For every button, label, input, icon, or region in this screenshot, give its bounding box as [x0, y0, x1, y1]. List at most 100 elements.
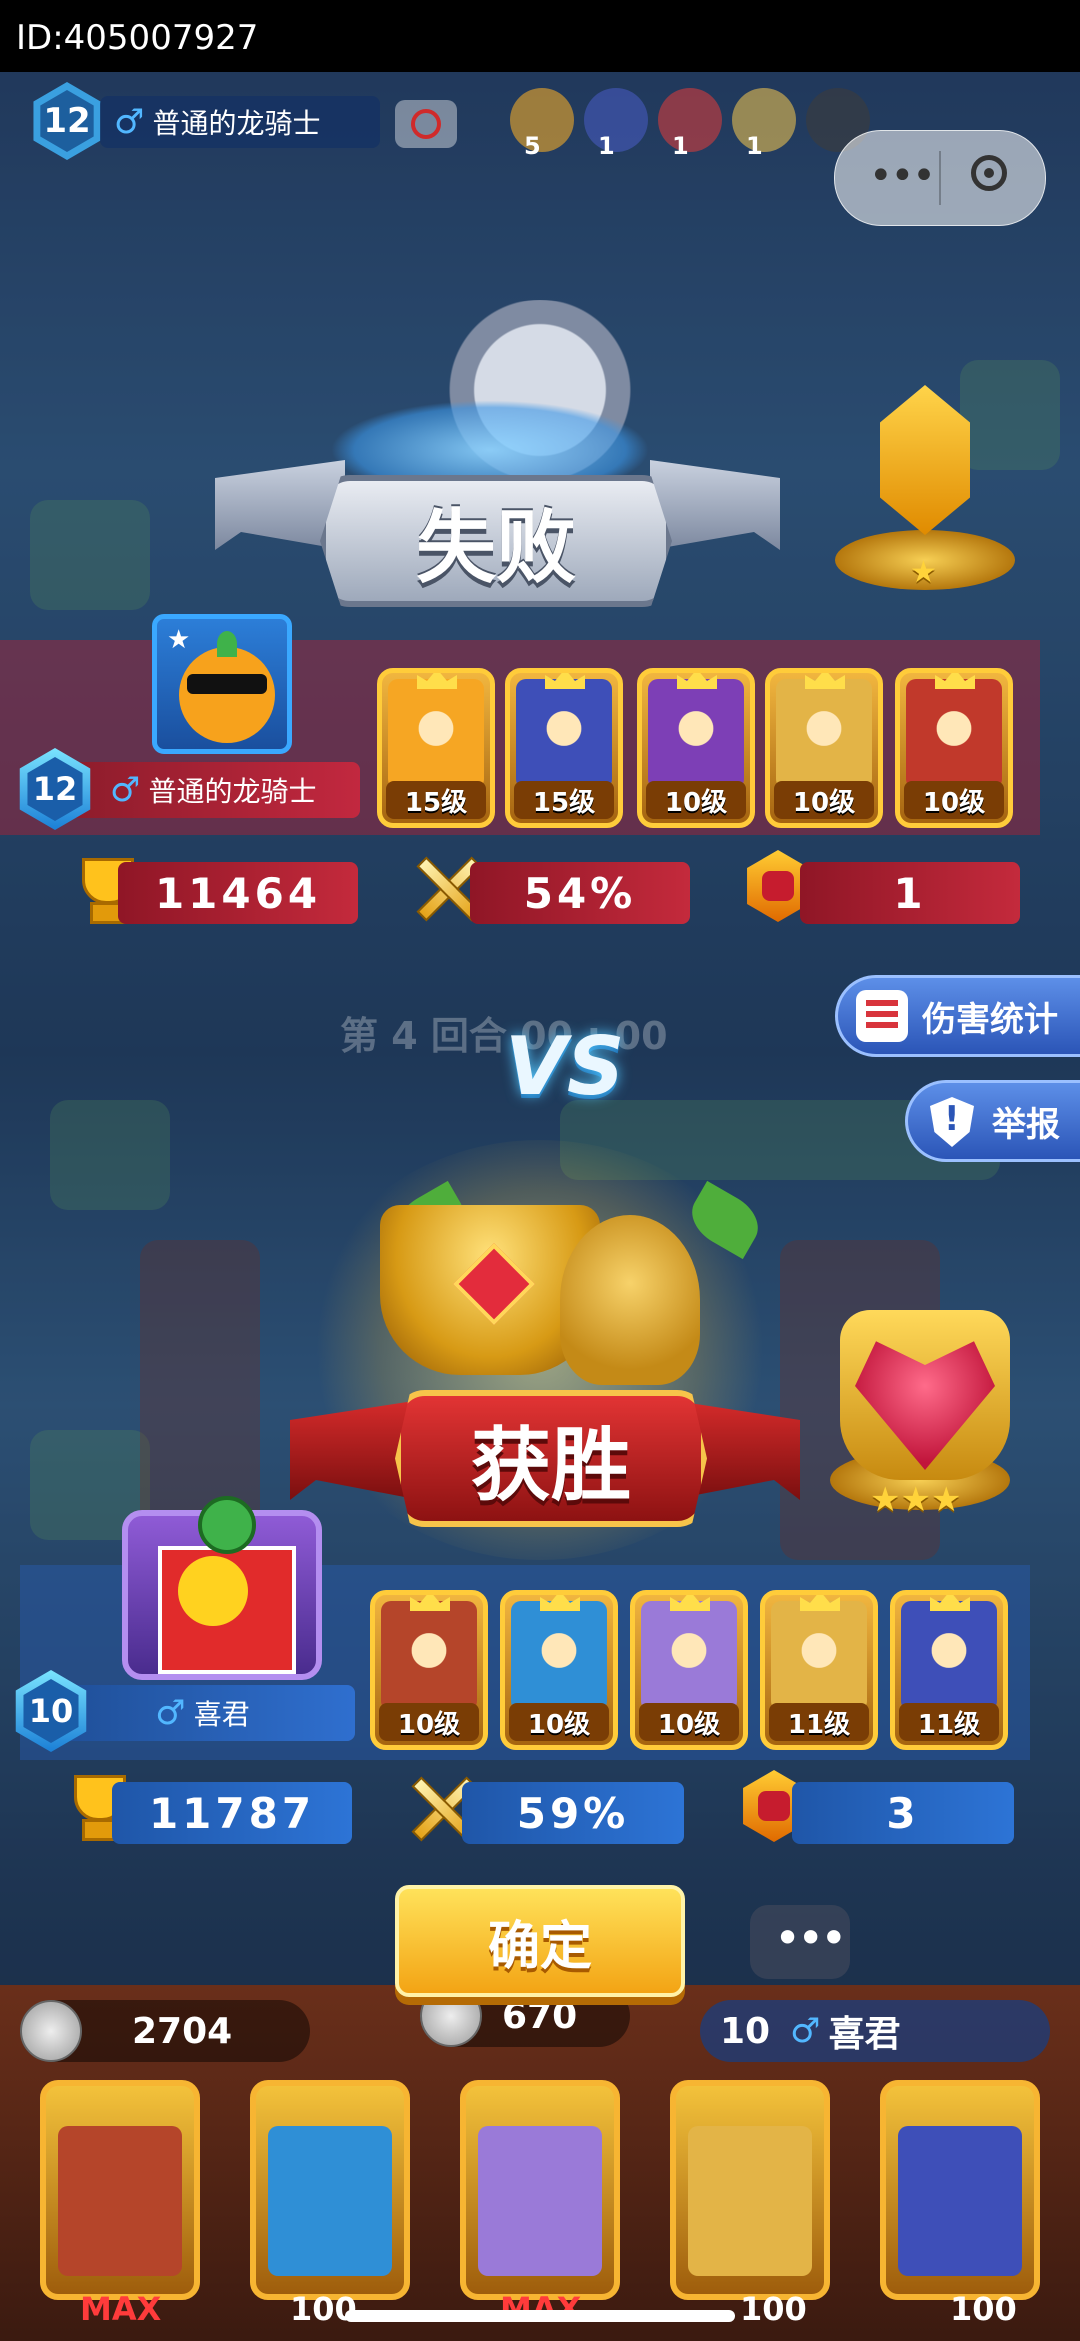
- defeat-rank-stars: ★: [910, 555, 937, 590]
- crown-icon: [935, 673, 975, 689]
- male-icon: ♂: [155, 1693, 186, 1733]
- hero-level: 15级: [386, 781, 486, 819]
- male-icon: ♂: [790, 2011, 821, 2051]
- hero-portrait: [906, 679, 1002, 789]
- report-button[interactable]: 举报: [905, 1080, 1080, 1162]
- card-cost: 100: [290, 2290, 357, 2328]
- status-bar: ID:405007927: [0, 0, 1080, 72]
- victory-level-value: 10: [28, 1692, 74, 1730]
- hero-card[interactable]: 10级: [637, 668, 755, 828]
- hero-level: 11级: [899, 1703, 999, 1741]
- coin-counter-left: 2704: [20, 2000, 310, 2062]
- hero-card[interactable]: 15级: [505, 668, 623, 828]
- defeat-win-rate: 54%: [470, 862, 690, 924]
- hero-portrait: [381, 1601, 477, 1711]
- hero-portrait: [268, 2126, 392, 2276]
- close-target-icon[interactable]: [971, 155, 1007, 191]
- top-hero-avatar: [658, 88, 722, 152]
- mute-button[interactable]: [395, 100, 457, 148]
- victory-trophies: 11787: [112, 1782, 352, 1844]
- bottom-hero-card[interactable]: [880, 2080, 1040, 2300]
- victory-title: 获胜: [395, 1390, 707, 1527]
- defeat-trophies: 11464: [118, 862, 358, 924]
- defeat-player-avatar[interactable]: ★: [152, 614, 292, 754]
- card-cost: 100: [740, 2290, 807, 2328]
- more-icon[interactable]: •••: [869, 153, 936, 199]
- hero-card[interactable]: 10级: [500, 1590, 618, 1750]
- crown-icon: [670, 1595, 710, 1611]
- hero-level: 10级: [509, 1703, 609, 1741]
- victory-knight-illustration: [560, 1215, 700, 1385]
- damage-stats-button[interactable]: 伤害统计: [835, 975, 1080, 1057]
- hero-card[interactable]: 10级: [630, 1590, 748, 1750]
- capsule-divider: [939, 151, 941, 205]
- hero-level: 10级: [646, 781, 746, 819]
- victory-player-name: 喜君: [193, 1698, 250, 1731]
- crown-icon: [545, 673, 585, 689]
- leaf-icon: [217, 631, 237, 657]
- hero-level: 15级: [514, 781, 614, 819]
- top-hero-stars: 5: [524, 132, 541, 160]
- block-icon: [411, 109, 441, 139]
- hero-level: 10级: [904, 781, 1004, 819]
- crown-icon: [417, 673, 457, 689]
- top-hero-avatar: [584, 88, 648, 152]
- defeat-wins: 1: [800, 862, 1020, 924]
- coin-icon: [20, 2000, 82, 2062]
- hero-card[interactable]: 10级: [765, 668, 883, 828]
- top-player-name: 普通的龙骑士: [152, 107, 321, 140]
- bottom-hero-card[interactable]: [40, 2080, 200, 2300]
- home-indicator[interactable]: [345, 2310, 735, 2322]
- confirm-button[interactable]: 确定: [395, 1885, 685, 1997]
- victory-win-rate: 59%: [462, 1782, 684, 1844]
- victory-player-avatar[interactable]: [122, 1496, 322, 1680]
- card-max-label: MAX: [80, 2290, 162, 2328]
- crown-icon: [805, 673, 845, 689]
- hero-level: 11级: [769, 1703, 869, 1741]
- hero-card[interactable]: 10级: [370, 1590, 488, 1750]
- opponent-name: 喜君: [828, 2014, 901, 2055]
- victory-name-plate: ♂ 喜君: [50, 1685, 355, 1741]
- report-label: 举报: [992, 1104, 1060, 1145]
- hero-card[interactable]: 10级: [895, 668, 1013, 828]
- hero-portrait: [776, 679, 872, 789]
- top-name-plate: ♂ 普通的龙骑士: [100, 96, 380, 148]
- top-hero-stars: 1: [746, 132, 763, 160]
- card-cost: 100: [950, 2290, 1017, 2328]
- top-hero-avatar: [510, 88, 574, 152]
- sunglasses-icon: [187, 674, 267, 694]
- top-level-value: 12: [43, 101, 91, 141]
- crown-icon: [800, 1595, 840, 1611]
- card-max-label: MAX: [500, 2290, 582, 2328]
- hero-level: 10级: [379, 1703, 479, 1741]
- victory-rank-stars: ★★★: [870, 1480, 962, 1520]
- hero-portrait: [648, 679, 744, 789]
- top-hero-stars: 1: [672, 132, 689, 160]
- hero-portrait: [688, 2126, 812, 2276]
- defeat-level-value: 12: [32, 770, 78, 808]
- vs-label: VS: [505, 1020, 625, 1113]
- hero-portrait: [771, 1601, 867, 1711]
- bottom-hero-card[interactable]: [250, 2080, 410, 2300]
- chat-button[interactable]: •••: [750, 1905, 850, 1979]
- damage-stats-label: 伤害统计: [922, 999, 1058, 1040]
- crown-icon: [930, 1595, 970, 1611]
- hero-card[interactable]: 11级: [760, 1590, 878, 1750]
- bottom-hero-card[interactable]: [460, 2080, 620, 2300]
- avatar-face: [179, 647, 275, 743]
- opponent-level: 10: [720, 2010, 771, 2052]
- hero-portrait: [901, 1601, 997, 1711]
- hero-card[interactable]: 15级: [377, 668, 495, 828]
- crown-icon: [677, 673, 717, 689]
- top-gender-icon: ♂: [114, 102, 145, 142]
- hero-portrait: [511, 1601, 607, 1711]
- coins-left-value: 2704: [132, 2010, 233, 2052]
- defeat-name-plate: ♂ 普通的龙骑士: [70, 762, 360, 818]
- shield-icon: [926, 1095, 978, 1147]
- duck-icon: [178, 1556, 248, 1626]
- top-hero-avatar: [732, 88, 796, 152]
- hero-card[interactable]: 11级: [890, 1590, 1008, 1750]
- bottom-hero-card[interactable]: [670, 2080, 830, 2300]
- victory-wins: 3: [792, 1782, 1014, 1844]
- hero-portrait: [898, 2126, 1022, 2276]
